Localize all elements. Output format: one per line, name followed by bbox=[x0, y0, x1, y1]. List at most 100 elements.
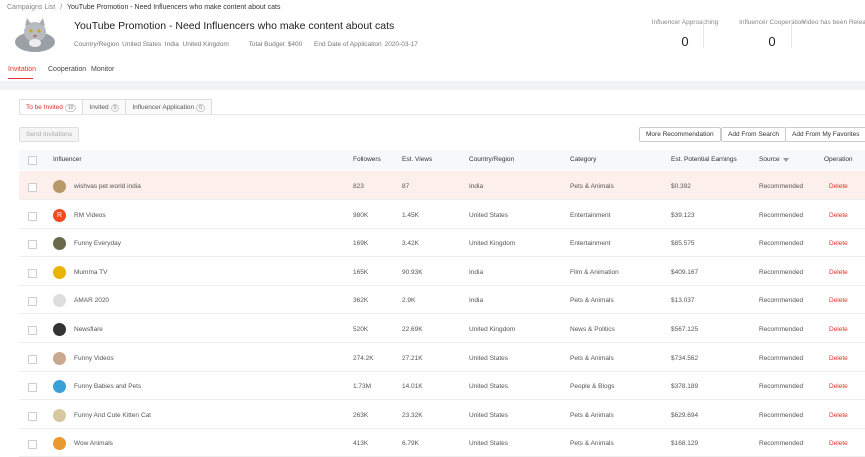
row-checkbox[interactable] bbox=[28, 326, 37, 335]
row-checkbox[interactable] bbox=[28, 297, 37, 307]
earnings-cell: $13.037 bbox=[671, 297, 695, 305]
influencer-name[interactable]: Wow Animals bbox=[74, 440, 113, 447]
column-est-views: Est. Views bbox=[402, 156, 433, 163]
delete-link[interactable]: Delete bbox=[829, 240, 848, 247]
subtab-to-be-invited[interactable]: To be Invited 10 bbox=[19, 99, 84, 115]
table-row[interactable] bbox=[19, 343, 865, 372]
delete-link[interactable]: Delete bbox=[829, 412, 848, 419]
followers-cell: 169K bbox=[353, 240, 369, 248]
delete-link[interactable]: Delete bbox=[829, 183, 848, 190]
avatar[interactable] bbox=[53, 351, 66, 365]
breadcrumb-separator: / bbox=[60, 4, 63, 11]
table-row[interactable] bbox=[19, 285, 865, 315]
table-row[interactable] bbox=[19, 428, 865, 457]
source-cell: Recommended bbox=[759, 354, 804, 362]
influencer-name[interactable]: Mumma TV bbox=[74, 269, 107, 276]
source-cell: Recommended bbox=[759, 268, 804, 276]
row-checkbox[interactable] bbox=[28, 268, 37, 278]
sub-tabs: To be Invited 10 Invited 0 Influencer Appl… bbox=[19, 99, 212, 115]
avatar[interactable]: R bbox=[53, 208, 66, 222]
influencer-name[interactable]: Funny And Cute Kitten Cat bbox=[74, 412, 151, 419]
table-row[interactable] bbox=[19, 314, 865, 343]
more-recommendation-button[interactable]: More Recommendation bbox=[639, 127, 721, 142]
influencer-name[interactable]: RM Videos bbox=[74, 212, 106, 219]
column-source: Source bbox=[759, 156, 780, 163]
breadcrumb: Campaigns List / YouTube Promotion - Nee… bbox=[7, 4, 280, 11]
row-checkbox[interactable] bbox=[28, 240, 37, 250]
subtab-invited[interactable]: Invited 0 bbox=[82, 99, 127, 115]
row-checkbox[interactable] bbox=[28, 411, 37, 421]
table-row[interactable] bbox=[19, 228, 865, 258]
earnings-cell: $734.562 bbox=[671, 354, 699, 362]
subtab-count: 10 bbox=[64, 104, 77, 112]
add-from-favorites-button[interactable]: Add From My Favorites bbox=[785, 127, 865, 142]
category-cell: Pets & Animals bbox=[570, 183, 614, 190]
earnings-cell: $0.392 bbox=[671, 183, 691, 190]
avatar[interactable] bbox=[53, 323, 66, 336]
tab-cooperation[interactable]: Cooperation bbox=[48, 66, 86, 73]
avatar[interactable] bbox=[53, 265, 66, 279]
delete-link[interactable]: Delete bbox=[829, 440, 848, 447]
row-checkbox[interactable] bbox=[28, 211, 37, 221]
country-cell: United States bbox=[469, 383, 509, 391]
country-cell: United Kingdom bbox=[469, 326, 516, 333]
category-cell: Entertainment bbox=[570, 211, 611, 219]
delete-link[interactable]: Delete bbox=[829, 383, 848, 390]
table-row[interactable] bbox=[19, 257, 865, 286]
column-influencer: Influencer bbox=[53, 156, 82, 163]
category-cell: Film & Animation bbox=[570, 268, 619, 276]
avatar[interactable] bbox=[53, 180, 66, 193]
row-checkbox[interactable] bbox=[28, 383, 37, 393]
earnings-cell: $629.694 bbox=[671, 411, 699, 419]
filter-icon[interactable] bbox=[783, 158, 789, 162]
delete-link[interactable]: Delete bbox=[829, 326, 848, 333]
column-earnings: Est. Potential Earnings bbox=[671, 156, 737, 163]
source-cell: Recommended bbox=[759, 183, 804, 190]
country-cell: India bbox=[469, 268, 484, 276]
subtab-influencer-application[interactable]: Influencer Application 0 bbox=[125, 99, 212, 115]
influencer-name[interactable]: Funny Videos bbox=[74, 355, 114, 362]
earnings-cell: $39.123 bbox=[671, 211, 695, 219]
stat-divider bbox=[703, 20, 704, 48]
stat-label: Video has been Released bbox=[802, 19, 865, 26]
select-all-checkbox[interactable] bbox=[28, 156, 37, 165]
stat-value: 0 bbox=[768, 34, 776, 49]
table-row[interactable] bbox=[19, 371, 865, 401]
table-row[interactable] bbox=[19, 171, 865, 200]
table-row[interactable] bbox=[19, 200, 865, 229]
campaign-meta: Country/Region United States India United… bbox=[74, 41, 428, 48]
breadcrumb-root-link[interactable]: Campaigns List bbox=[7, 4, 55, 11]
delete-link[interactable]: Delete bbox=[829, 212, 848, 219]
earnings-cell: $409.167 bbox=[671, 268, 699, 276]
tab-monitor[interactable]: Monitor bbox=[91, 66, 114, 73]
row-checkbox[interactable] bbox=[28, 354, 37, 364]
budget-value: $400 bbox=[287, 41, 303, 48]
category-cell: Pets & Animals bbox=[570, 411, 614, 419]
row-checkbox[interactable] bbox=[28, 183, 37, 192]
stat-released: Video has been Released bbox=[802, 19, 865, 26]
tab-invitation[interactable]: Invitation bbox=[8, 66, 36, 73]
country-cell: India bbox=[469, 297, 484, 305]
followers-cell: 823 bbox=[353, 183, 364, 190]
delete-link[interactable]: Delete bbox=[829, 269, 848, 276]
stat-approaching: Influencer Approaching 0 bbox=[635, 19, 735, 49]
influencer-name[interactable]: wishvas pet world india bbox=[74, 183, 141, 190]
send-invitations-button[interactable]: Send Invitations bbox=[19, 127, 80, 142]
active-tab-underline bbox=[8, 78, 33, 79]
influencer-name[interactable]: Newsflare bbox=[74, 326, 103, 333]
followers-cell: 520K bbox=[353, 326, 369, 333]
influencer-name[interactable]: Funny Everyday bbox=[74, 240, 121, 247]
delete-link[interactable]: Delete bbox=[829, 355, 848, 362]
influencer-name[interactable]: AMAR 2020 bbox=[74, 297, 109, 304]
add-from-search-button[interactable]: Add From Search bbox=[721, 127, 786, 142]
delete-link[interactable]: Delete bbox=[829, 297, 848, 304]
category-cell: Entertainment bbox=[570, 240, 611, 248]
avatar[interactable] bbox=[53, 408, 66, 422]
category-cell: Pets & Animals bbox=[570, 297, 614, 305]
country-cell: United States bbox=[469, 411, 509, 419]
campaign-thumbnail bbox=[15, 18, 55, 52]
source-cell: Recommended bbox=[759, 211, 804, 219]
column-followers: Followers bbox=[353, 156, 381, 163]
views-cell: 1.45K bbox=[402, 211, 419, 219]
influencer-name[interactable]: Funny Babies and Pets bbox=[74, 383, 141, 390]
